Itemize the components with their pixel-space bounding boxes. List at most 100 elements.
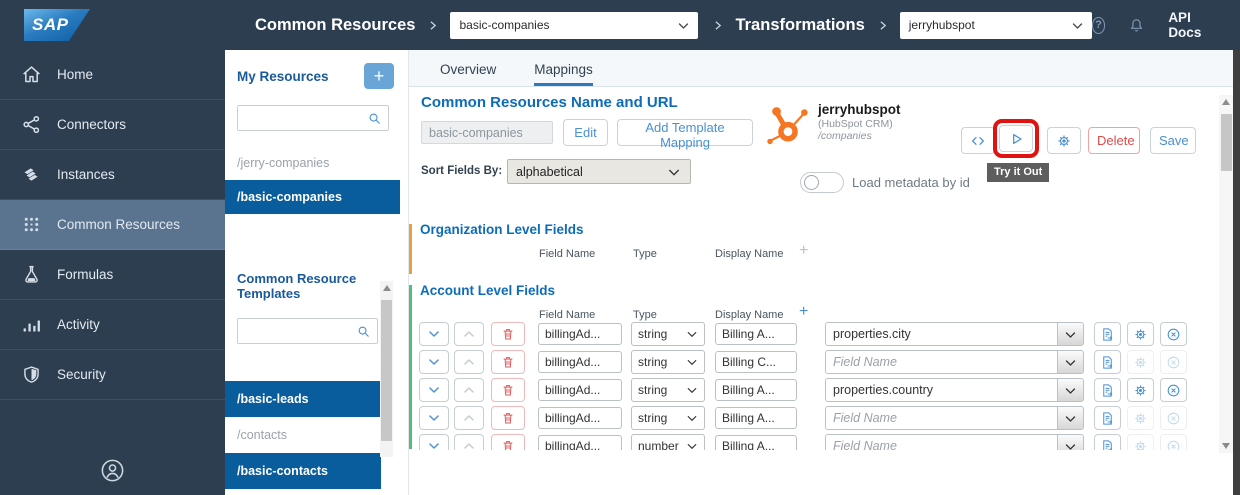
field-type-select[interactable]: string — [631, 322, 705, 346]
load-metadata-toggle[interactable] — [800, 172, 844, 193]
resource-item[interactable]: /contacts — [225, 417, 381, 453]
field-name-input[interactable] — [538, 323, 622, 345]
mapped-field-input[interactable] — [826, 351, 1057, 373]
delete-field-button[interactable] — [491, 350, 525, 374]
field-script-button[interactable] — [1094, 350, 1121, 374]
mapped-field-input[interactable] — [826, 407, 1057, 429]
move-field-down-button[interactable] — [419, 378, 449, 402]
move-field-down-button[interactable] — [419, 322, 449, 346]
field-name-input[interactable] — [538, 351, 622, 373]
mapped-field-dropdown-button[interactable] — [1057, 323, 1083, 345]
display-name-input[interactable] — [715, 435, 797, 450]
breadcrumb-common-resources[interactable]: Common Resources — [255, 16, 415, 35]
mapped-field-dropdown-button[interactable] — [1057, 407, 1083, 429]
add-resource-button[interactable]: + — [364, 63, 394, 89]
tab-overview[interactable]: Overview — [440, 62, 496, 86]
edit-button[interactable]: Edit — [563, 119, 608, 146]
add-org-field-icon[interactable]: + — [799, 243, 808, 259]
notifications-bell-icon[interactable] — [1128, 17, 1145, 34]
display-name-input[interactable] — [715, 323, 797, 345]
field-remove-mapping-button[interactable] — [1160, 322, 1187, 346]
delete-field-button[interactable] — [491, 322, 525, 346]
scroll-up-arrow[interactable] — [1222, 99, 1230, 105]
scrollbar-thumb[interactable] — [1221, 114, 1232, 171]
try-it-out-button[interactable] — [999, 125, 1033, 152]
sidebar-item-activity[interactable]: Activity — [0, 300, 225, 350]
scrollbar-thumb[interactable] — [381, 300, 392, 441]
mapped-field-dropdown-button[interactable] — [1057, 435, 1083, 450]
sidebar-item-security[interactable]: Security — [0, 350, 225, 400]
templates-search-input[interactable] — [238, 319, 356, 343]
field-type-value: string — [638, 355, 667, 369]
field-script-button[interactable] — [1094, 434, 1121, 450]
field-script-button[interactable] — [1094, 322, 1121, 346]
breadcrumb-transformations[interactable]: Transformations — [735, 16, 864, 35]
mapped-field-input[interactable] — [826, 435, 1057, 450]
resource-select[interactable]: basic-companies — [450, 12, 698, 39]
save-button[interactable]: Save — [1150, 127, 1196, 154]
sidebar-item-common-resources[interactable]: Common Resources — [0, 200, 225, 250]
delete-button[interactable]: Delete — [1088, 127, 1140, 154]
resource-item[interactable]: /basic-contacts — [225, 453, 381, 489]
field-script-button[interactable] — [1094, 378, 1121, 402]
user-account-icon[interactable] — [0, 457, 225, 484]
main-scrollbar[interactable] — [1219, 95, 1233, 453]
resource-item[interactable]: /jerry-companies — [225, 146, 400, 180]
sidebar-item-formulas[interactable]: Formulas — [0, 250, 225, 300]
resource-name-input[interactable] — [421, 121, 553, 144]
help-icon[interactable]: ? — [1092, 17, 1106, 34]
field-remove-mapping-button[interactable] — [1160, 350, 1187, 374]
move-field-up-button[interactable] — [454, 406, 484, 430]
display-name-input[interactable] — [715, 407, 797, 429]
transformation-select[interactable]: jerryhubspot — [900, 12, 1092, 39]
delete-field-button[interactable] — [491, 406, 525, 430]
sort-fields-select[interactable]: alphabetical — [507, 159, 691, 184]
scroll-up-arrow[interactable] — [383, 285, 391, 291]
field-type-select[interactable]: string — [631, 350, 705, 374]
field-type-select[interactable]: string — [631, 406, 705, 430]
move-field-down-button[interactable] — [419, 406, 449, 430]
display-name-input[interactable] — [715, 379, 797, 401]
field-name-input[interactable] — [538, 435, 622, 450]
tab-mappings[interactable]: Mappings — [534, 62, 593, 86]
field-remove-mapping-button[interactable] — [1160, 434, 1187, 450]
field-settings-button[interactable] — [1127, 322, 1154, 346]
move-field-up-button[interactable] — [454, 434, 484, 450]
field-remove-mapping-button[interactable] — [1160, 378, 1187, 402]
mapped-field-input[interactable] — [826, 379, 1057, 401]
mapped-field-dropdown-button[interactable] — [1057, 351, 1083, 373]
api-docs-link[interactable]: API Docs — [1168, 10, 1214, 40]
field-script-button[interactable] — [1094, 406, 1121, 430]
field-name-input[interactable] — [538, 379, 622, 401]
mapped-field-input[interactable] — [826, 323, 1057, 345]
mapped-field-dropdown-button[interactable] — [1057, 379, 1083, 401]
move-field-up-button[interactable] — [454, 322, 484, 346]
field-type-select[interactable]: number — [631, 434, 705, 450]
move-field-up-button[interactable] — [454, 378, 484, 402]
sidebar-item-connectors[interactable]: Connectors — [0, 100, 225, 150]
delete-field-button[interactable] — [491, 378, 525, 402]
field-settings-button[interactable] — [1127, 378, 1154, 402]
field-type-select[interactable]: string — [631, 378, 705, 402]
resource-item[interactable]: /basic-leads — [225, 381, 381, 417]
scroll-down-arrow[interactable] — [1222, 443, 1230, 449]
field-settings-button[interactable] — [1127, 406, 1154, 430]
move-field-down-button[interactable] — [419, 350, 449, 374]
templates-scrollbar[interactable] — [380, 281, 393, 457]
move-field-up-button[interactable] — [454, 350, 484, 374]
field-settings-button[interactable] — [1127, 350, 1154, 374]
add-template-mapping-button[interactable]: Add Template Mapping — [617, 119, 753, 146]
sidebar-item-instances[interactable]: Instances — [0, 150, 225, 200]
field-name-input[interactable] — [538, 407, 622, 429]
resources-search-input[interactable] — [238, 106, 367, 130]
add-account-field-icon[interactable]: + — [799, 304, 808, 320]
display-name-input[interactable] — [715, 351, 797, 373]
view-code-button[interactable] — [961, 127, 995, 154]
field-remove-mapping-button[interactable] — [1160, 406, 1187, 430]
delete-field-button[interactable] — [491, 434, 525, 450]
field-settings-button[interactable] — [1127, 434, 1154, 450]
move-field-down-button[interactable] — [419, 434, 449, 450]
settings-button[interactable] — [1047, 127, 1081, 154]
resource-item[interactable]: /basic-companies — [225, 180, 400, 214]
sidebar-item-home[interactable]: Home — [0, 50, 225, 100]
